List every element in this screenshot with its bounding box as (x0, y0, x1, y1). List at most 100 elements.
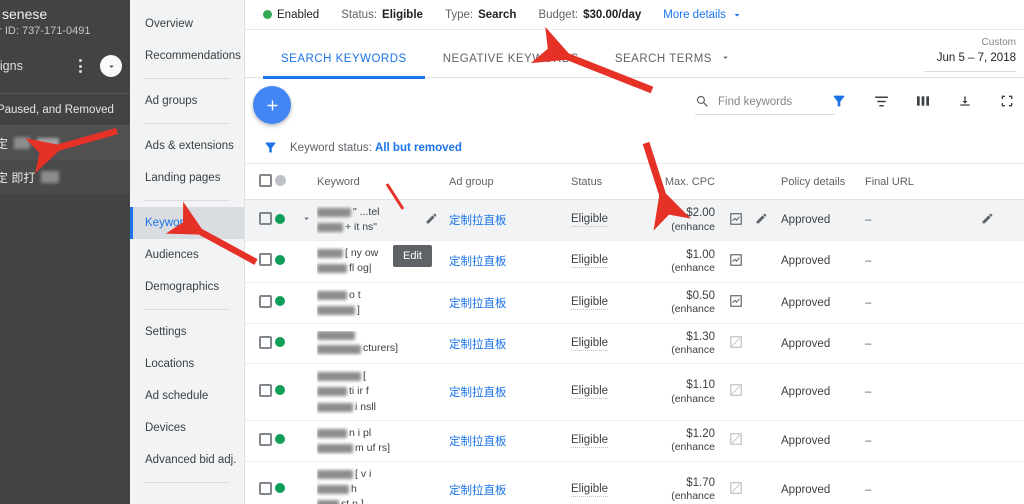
more-details-button[interactable]: More details (663, 9, 743, 21)
chevron-down-icon[interactable] (720, 52, 731, 63)
row-checkbox[interactable] (259, 433, 272, 446)
row-checkbox[interactable] (259, 212, 272, 225)
more-options-icon[interactable] (72, 57, 88, 75)
ad-group-link[interactable]: 定制拉直板 (449, 339, 507, 351)
chevron-down-icon[interactable] (301, 213, 312, 224)
column-cpc-icon (729, 164, 755, 200)
keyword-status-filter-chip[interactable]: Keyword status: All but removed (290, 142, 462, 154)
sidebar-item-ad-schedule[interactable]: Ad schedule (130, 380, 244, 412)
column-policy-details[interactable]: Policy details (781, 164, 865, 200)
max-cpc-cell[interactable]: $1.30(enhance (659, 323, 729, 364)
column-final-url[interactable]: Final URL (865, 164, 981, 200)
add-keyword-button[interactable] (253, 86, 291, 124)
keyword-cell[interactable]: [ v ihst n ] (317, 461, 425, 504)
search-keywords-box[interactable]: Find keywords (695, 94, 835, 115)
tab-negative-keywords[interactable]: NEGATIVE KEYWORDS (425, 53, 597, 78)
table-row[interactable]: o t ]定制拉直板Eligible$0.50(enhanceApproved–… (245, 282, 1024, 323)
sidebar-item-locations[interactable]: Locations (130, 348, 244, 380)
tab-search-keywords[interactable]: SEARCH KEYWORDS (263, 53, 425, 78)
keyword-cell[interactable]: [ ti ir fi nsll (317, 364, 425, 420)
ad-group-link[interactable]: 定制拉直板 (449, 215, 507, 227)
keyword-cell[interactable]: n i plm uf rs] (317, 420, 425, 461)
sidebar-item-keywords[interactable]: Keywords (130, 207, 244, 239)
sidebar-item-advanced-bid-adj[interactable]: Advanced bid adj. (130, 444, 244, 476)
column-ad-group[interactable]: Ad group (449, 164, 571, 200)
max-cpc-cell[interactable]: $2.00(enhance (659, 200, 729, 241)
sidebar-item-label: Recommendations (145, 50, 241, 62)
campaign-item-2[interactable]: 定 即打 (0, 160, 130, 194)
policy-details-cell: Approved (781, 282, 865, 323)
keyword-cell[interactable]: [ ny owfl og| (317, 241, 425, 282)
date-range-selector[interactable]: Custom Jun 5 – 7, 2018 (924, 36, 1016, 72)
bid-simulator-icon[interactable] (729, 432, 743, 446)
download-icon[interactable] (956, 92, 974, 110)
row-checkbox[interactable] (259, 295, 272, 308)
ad-group-link[interactable]: 定制拉直板 (449, 298, 507, 310)
enabled-dot-icon[interactable] (275, 434, 285, 444)
column-keyword[interactable]: Keyword (317, 164, 425, 200)
table-row[interactable]: cturers]定制拉直板Eligible$1.30(enhanceApprov… (245, 323, 1024, 364)
sidebar-item-recommendations[interactable]: Recommendations (130, 40, 244, 72)
chevron-down-icon (731, 9, 743, 21)
sidebar-item-overview[interactable]: Overview (130, 8, 244, 40)
campaign-item-1[interactable]: 定 (0, 126, 130, 160)
sidebar-item-ad-groups[interactable]: Ad groups (130, 85, 244, 117)
enabled-dot-icon[interactable] (275, 255, 285, 265)
max-cpc-cell[interactable]: $1.70(enhance (659, 461, 729, 504)
bid-simulator-icon[interactable] (729, 253, 743, 267)
row-checkbox[interactable] (259, 336, 272, 349)
max-cpc-cell[interactable]: $0.50(enhance (659, 282, 729, 323)
enabled-dot-icon[interactable] (275, 296, 285, 306)
edit-pencil-icon[interactable] (755, 212, 768, 225)
max-cpc-cell[interactable]: $1.10(enhance (659, 364, 729, 420)
enabled-dot-icon[interactable] (275, 337, 285, 347)
row-checkbox[interactable] (259, 253, 272, 266)
ad-group-link[interactable]: 定制拉直板 (449, 387, 507, 399)
edit-pencil-icon[interactable] (425, 212, 438, 225)
row-checkbox[interactable] (259, 482, 272, 495)
keyword-cell[interactable]: o t ] (317, 282, 425, 323)
sidebar-item-ads-extensions[interactable]: Ads & extensions (130, 130, 244, 162)
sidebar-item-settings[interactable]: Settings (130, 316, 244, 348)
ad-group-link[interactable]: 定制拉直板 (449, 485, 507, 497)
expand-icon[interactable] (998, 92, 1016, 110)
sidebar-item-devices[interactable]: Devices (130, 412, 244, 444)
columns-icon[interactable] (914, 92, 932, 110)
bid-simulator-icon[interactable] (729, 481, 743, 495)
tab-search-terms[interactable]: SEARCH TERMS (597, 52, 749, 78)
table-row[interactable]: [ ti ir fi nsll定制拉直板Eligible$1.10(enhanc… (245, 364, 1024, 420)
column-status[interactable]: Status (571, 164, 659, 200)
table-row[interactable]: n i plm uf rs]定制拉直板Eligible$1.20(enhance… (245, 420, 1024, 461)
max-cpc-cell[interactable]: $1.20(enhance (659, 420, 729, 461)
enabled-dot-icon[interactable] (275, 483, 285, 493)
enabled-dot-icon[interactable] (275, 385, 285, 395)
filter-icon[interactable] (263, 140, 278, 155)
sidebar-item-landing-pages[interactable]: Landing pages (130, 162, 244, 194)
keyword-cell[interactable]: " ...tel+ it ns" (317, 200, 425, 241)
filter-icon[interactable] (830, 92, 848, 110)
row-checkbox[interactable] (259, 384, 272, 397)
keyword-cell[interactable]: cturers] (317, 323, 425, 364)
chevron-down-icon[interactable] (100, 55, 122, 77)
bid-simulator-icon[interactable] (729, 335, 743, 349)
row-caret-cell (301, 461, 317, 504)
table-row[interactable]: " ...tel+ it ns" 定制拉直板 Eligible$2.00(enhan… (245, 200, 1024, 241)
enabled-dot-icon[interactable] (275, 214, 285, 224)
sidebar-item-demographics[interactable]: Demographics (130, 271, 244, 303)
column-max-cpc[interactable]: Max. CPC (659, 164, 729, 200)
select-all-checkbox[interactable] (259, 174, 272, 187)
max-cpc-cell[interactable]: $1.00(enhance (659, 241, 729, 282)
table-row[interactable]: [ ny owfl og|定制拉直板Eligible$1.00(enhanceA… (245, 241, 1024, 282)
bid-simulator-icon[interactable] (729, 212, 743, 226)
enabled-dot-icon (263, 10, 272, 19)
bid-simulator-icon[interactable] (729, 294, 743, 308)
search-input[interactable]: Find keywords (718, 96, 792, 108)
ad-group-link[interactable]: 定制拉直板 (449, 436, 507, 448)
table-row[interactable]: [ v ihst n ]定制拉直板Eligible$1.70(enhanceAp… (245, 461, 1024, 504)
sidebar-item-audiences[interactable]: Audiences (130, 239, 244, 271)
ad-group-link[interactable]: 定制拉直板 (449, 256, 507, 268)
edit-pencil-icon[interactable] (981, 212, 994, 225)
bid-simulator-icon[interactable] (729, 383, 743, 397)
status-cell: Eligible (571, 200, 659, 241)
segment-icon[interactable] (872, 92, 890, 110)
